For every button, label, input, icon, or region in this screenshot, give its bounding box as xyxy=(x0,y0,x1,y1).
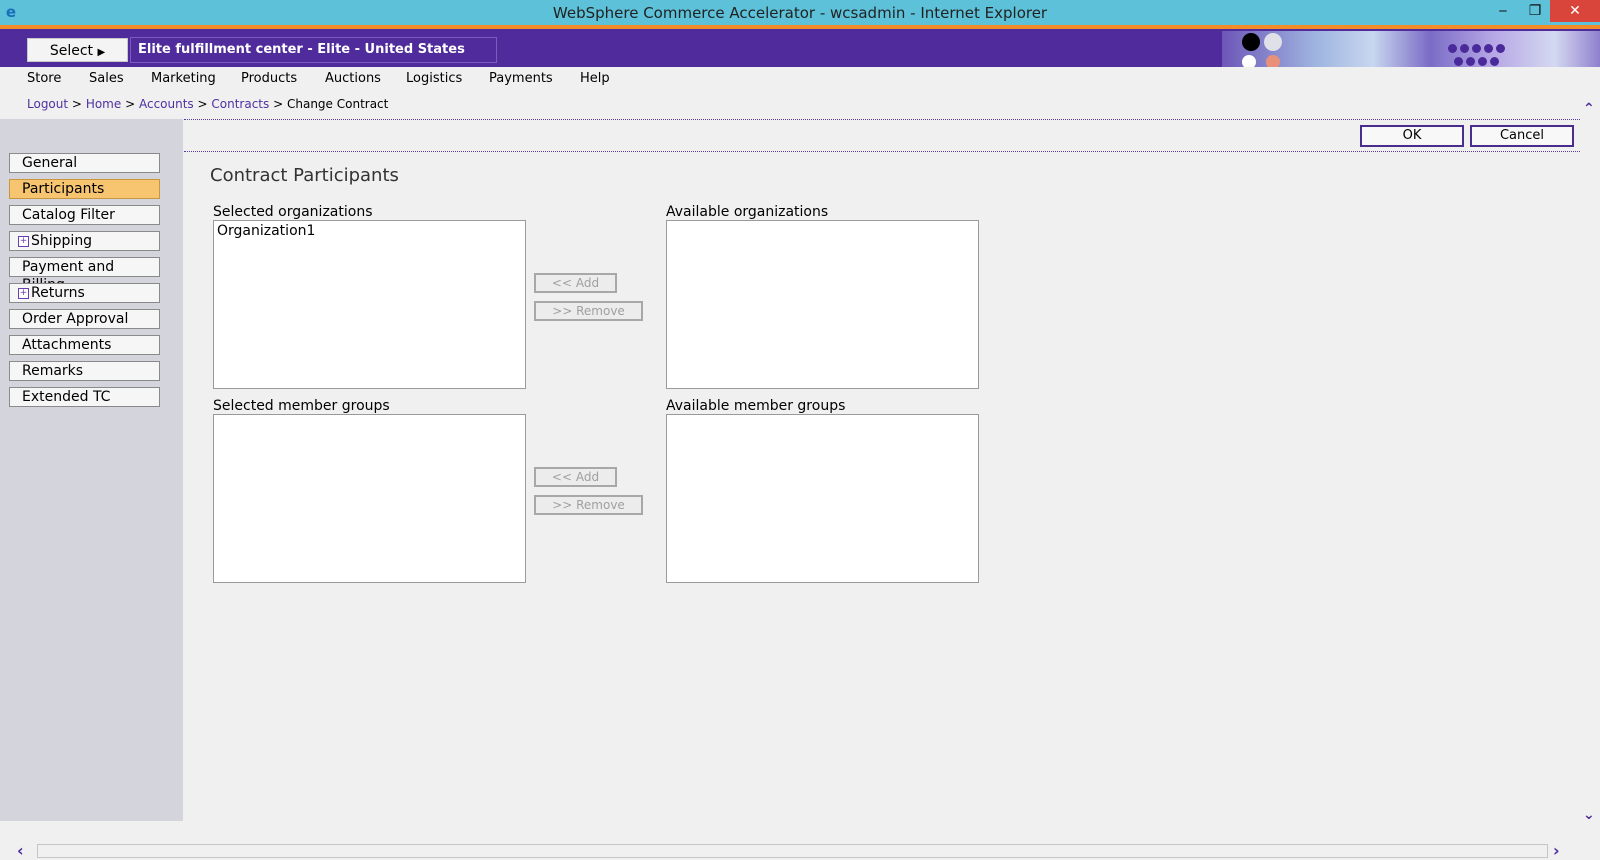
nav-label: Remarks xyxy=(22,363,84,379)
select-store-button[interactable]: Select ▶ xyxy=(27,38,128,62)
scroll-up-icon[interactable]: ⌃ xyxy=(1583,101,1595,117)
breadcrumb-separator: > xyxy=(273,97,284,111)
available-member-groups-label: Available member groups xyxy=(666,398,846,414)
divider xyxy=(184,151,1580,152)
caret-right-icon: ▶ xyxy=(97,47,106,58)
breadcrumb-contracts[interactable]: Contracts xyxy=(211,97,269,111)
nav-label: Returns xyxy=(31,285,85,301)
menu-products[interactable]: Products xyxy=(241,71,297,86)
nav-label: Shipping xyxy=(31,233,93,249)
scroll-down-icon[interactable]: ⌄ xyxy=(1583,807,1595,823)
breadcrumb-home[interactable]: Home xyxy=(86,97,121,111)
banner-graphic xyxy=(1222,31,1600,67)
breadcrumb: Logout > Home > Accounts > Contracts > C… xyxy=(27,97,388,111)
page-title: Contract Participants xyxy=(210,165,399,186)
menu-auctions[interactable]: Auctions xyxy=(325,71,381,86)
window-titlebar: e WebSphere Commerce Accelerator - wcsad… xyxy=(0,0,1600,25)
nav-extended-tc[interactable]: Extended TC xyxy=(9,387,160,407)
close-button[interactable]: ✕ xyxy=(1550,0,1600,22)
cancel-button[interactable]: Cancel xyxy=(1470,125,1574,147)
selected-organizations-label: Selected organizations xyxy=(213,204,373,220)
breadcrumb-separator: > xyxy=(197,97,208,111)
scroll-left-icon[interactable]: ‹ xyxy=(17,841,24,860)
nav-label: Attachments xyxy=(22,337,112,353)
nav-general[interactable]: General xyxy=(9,153,160,173)
window-title: WebSphere Commerce Accelerator - wcsadmi… xyxy=(552,4,1048,22)
expand-plus-icon[interactable]: + xyxy=(18,235,29,247)
scroll-right-icon[interactable]: › xyxy=(1553,841,1560,860)
vertical-scrollbar[interactable]: ⌃ ⌄ xyxy=(1580,91,1600,843)
selected-member-groups-list[interactable] xyxy=(213,414,526,583)
remove-member-group-button[interactable]: >> Remove xyxy=(534,495,643,515)
menu-sales[interactable]: Sales xyxy=(89,71,124,86)
breadcrumb-logout[interactable]: Logout xyxy=(27,97,68,111)
scroll-track[interactable] xyxy=(37,844,1548,858)
horizontal-scrollbar[interactable]: ‹ › xyxy=(0,841,1580,860)
nav-remarks[interactable]: Remarks xyxy=(9,361,160,381)
menu-help[interactable]: Help xyxy=(580,71,610,86)
menu-logistics[interactable]: Logistics xyxy=(406,71,462,86)
nav-order-approval[interactable]: Order Approval xyxy=(9,309,160,329)
nav-payment-and-billing[interactable]: Payment and Billing xyxy=(9,257,160,293)
nav-label: Catalog Filter xyxy=(22,207,115,223)
nav-catalog-filter[interactable]: Catalog Filter xyxy=(9,205,160,225)
expand-plus-icon[interactable]: + xyxy=(18,287,29,299)
ok-button[interactable]: OK xyxy=(1360,125,1464,147)
add-member-group-button[interactable]: << Add xyxy=(534,467,617,487)
available-organizations-list[interactable] xyxy=(666,220,979,389)
nav-label: Order Approval xyxy=(22,311,129,327)
breadcrumb-separator: > xyxy=(125,97,136,111)
breadcrumb-current: Change Contract xyxy=(286,97,389,111)
remove-organization-button[interactable]: >> Remove xyxy=(534,301,643,321)
menu-bar: Store Sales Marketing Products Auctions … xyxy=(0,67,1600,91)
selected-member-groups-label: Selected member groups xyxy=(213,398,390,414)
nav-label: Extended TC xyxy=(22,389,111,405)
divider xyxy=(184,119,1580,120)
nav-label: General xyxy=(22,155,78,171)
available-member-groups-list[interactable] xyxy=(666,414,979,583)
breadcrumb-separator: > xyxy=(71,97,82,111)
add-organization-button[interactable]: << Add xyxy=(534,273,617,293)
content-footer xyxy=(0,821,1580,843)
menu-payments[interactable]: Payments xyxy=(489,71,553,86)
breadcrumb-accounts[interactable]: Accounts xyxy=(139,97,194,111)
available-organizations-label: Available organizations xyxy=(666,204,829,220)
menu-marketing[interactable]: Marketing xyxy=(151,71,216,86)
store-context-label: Elite fulfillment center - Elite - Unite… xyxy=(130,37,497,81)
list-item[interactable]: Organization1 xyxy=(214,221,525,241)
select-label: Select xyxy=(49,43,94,59)
nav-attachments[interactable]: Attachments xyxy=(9,335,160,355)
nav-label: Participants xyxy=(22,181,105,197)
nav-participants[interactable]: Participants xyxy=(9,179,160,199)
selected-organizations-list[interactable]: Organization1 xyxy=(213,220,526,389)
menu-store[interactable]: Store xyxy=(27,71,61,86)
nav-returns[interactable]: + Returns xyxy=(9,283,160,303)
nav-shipping[interactable]: + Shipping xyxy=(9,231,160,251)
